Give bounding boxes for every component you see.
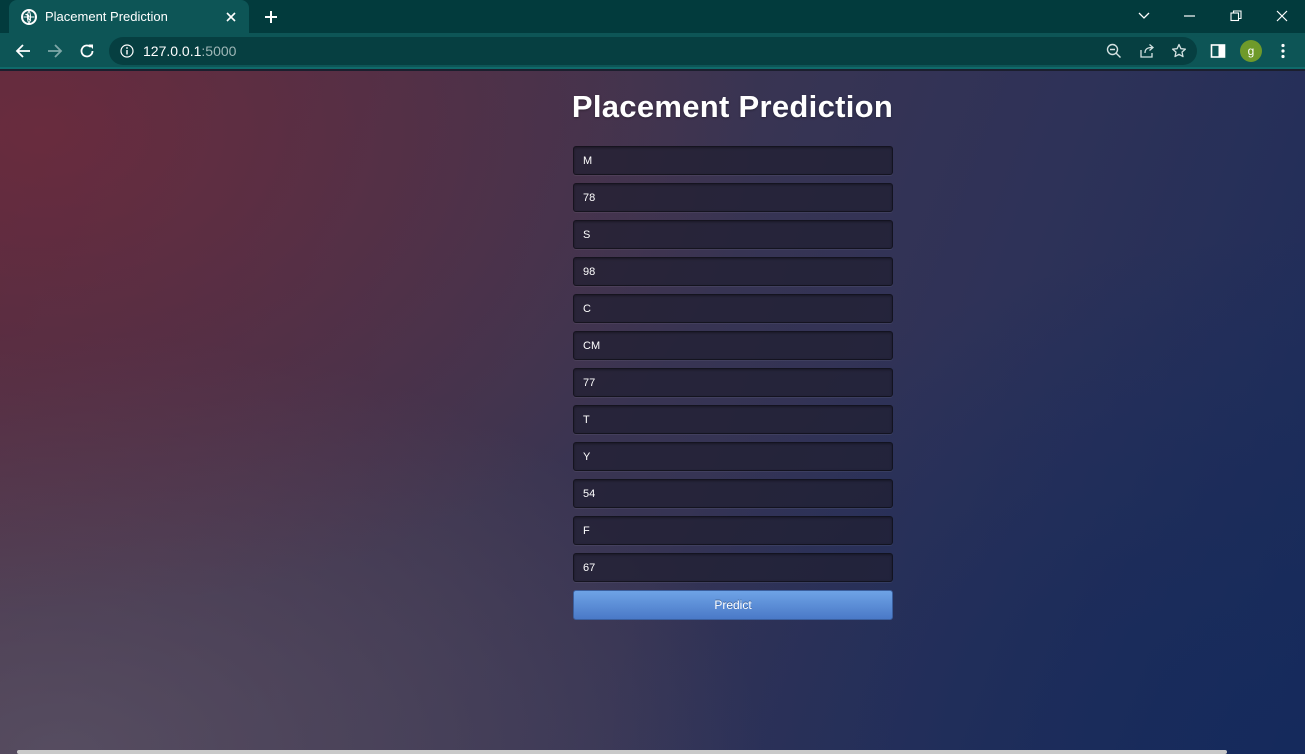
star-icon[interactable] xyxy=(1170,42,1188,60)
share-icon[interactable] xyxy=(1138,42,1156,60)
form-field-9[interactable] xyxy=(573,442,893,471)
avatar[interactable]: g xyxy=(1240,40,1262,62)
minimize-icon[interactable] xyxy=(1180,6,1200,26)
horizontal-scrollbar[interactable] xyxy=(17,750,1227,754)
form-field-8[interactable] xyxy=(573,405,893,434)
form-field-10[interactable] xyxy=(573,479,893,508)
url-host: 127.0.0.1 xyxy=(143,43,202,59)
form-field-12[interactable] xyxy=(573,553,893,582)
form-field-7[interactable] xyxy=(573,368,893,397)
form-field-3[interactable] xyxy=(573,220,893,249)
browser-toolbar: 127.0.0.1:5000 g xyxy=(0,33,1305,69)
reload-icon[interactable] xyxy=(76,40,98,62)
url-port: :5000 xyxy=(201,43,237,59)
form-field-6[interactable] xyxy=(573,331,893,360)
chevron-down-icon[interactable] xyxy=(1134,6,1154,26)
prediction-form: Predict xyxy=(573,146,893,620)
predict-button[interactable]: Predict xyxy=(573,590,893,620)
side-panel-icon[interactable] xyxy=(1207,40,1229,62)
restore-icon[interactable] xyxy=(1226,6,1246,26)
more-vert-icon[interactable] xyxy=(1272,40,1294,62)
forward-arrow-icon[interactable] xyxy=(44,40,66,62)
tab-title: Placement Prediction xyxy=(45,9,168,24)
form-field-4[interactable] xyxy=(573,257,893,286)
info-icon[interactable] xyxy=(119,43,135,59)
page-viewport: Placement Prediction Predict xyxy=(0,71,1305,754)
form-field-2[interactable] xyxy=(573,183,893,212)
zoom-out-icon[interactable] xyxy=(1105,42,1123,60)
form-field-1[interactable] xyxy=(573,146,893,175)
close-icon[interactable] xyxy=(223,9,239,25)
page-title: Placement Prediction xyxy=(571,89,894,124)
address-bar[interactable]: 127.0.0.1:5000 xyxy=(109,37,1197,65)
form-field-5[interactable] xyxy=(573,294,893,323)
tab-strip: Placement Prediction xyxy=(0,0,1305,33)
form-field-11[interactable] xyxy=(573,516,893,545)
globe-icon xyxy=(21,8,37,25)
active-tab[interactable]: Placement Prediction xyxy=(9,0,249,33)
close-icon[interactable] xyxy=(1272,6,1292,26)
plus-icon[interactable] xyxy=(261,7,281,27)
back-arrow-icon[interactable] xyxy=(12,40,34,62)
url-text[interactable]: 127.0.0.1:5000 xyxy=(143,43,236,59)
